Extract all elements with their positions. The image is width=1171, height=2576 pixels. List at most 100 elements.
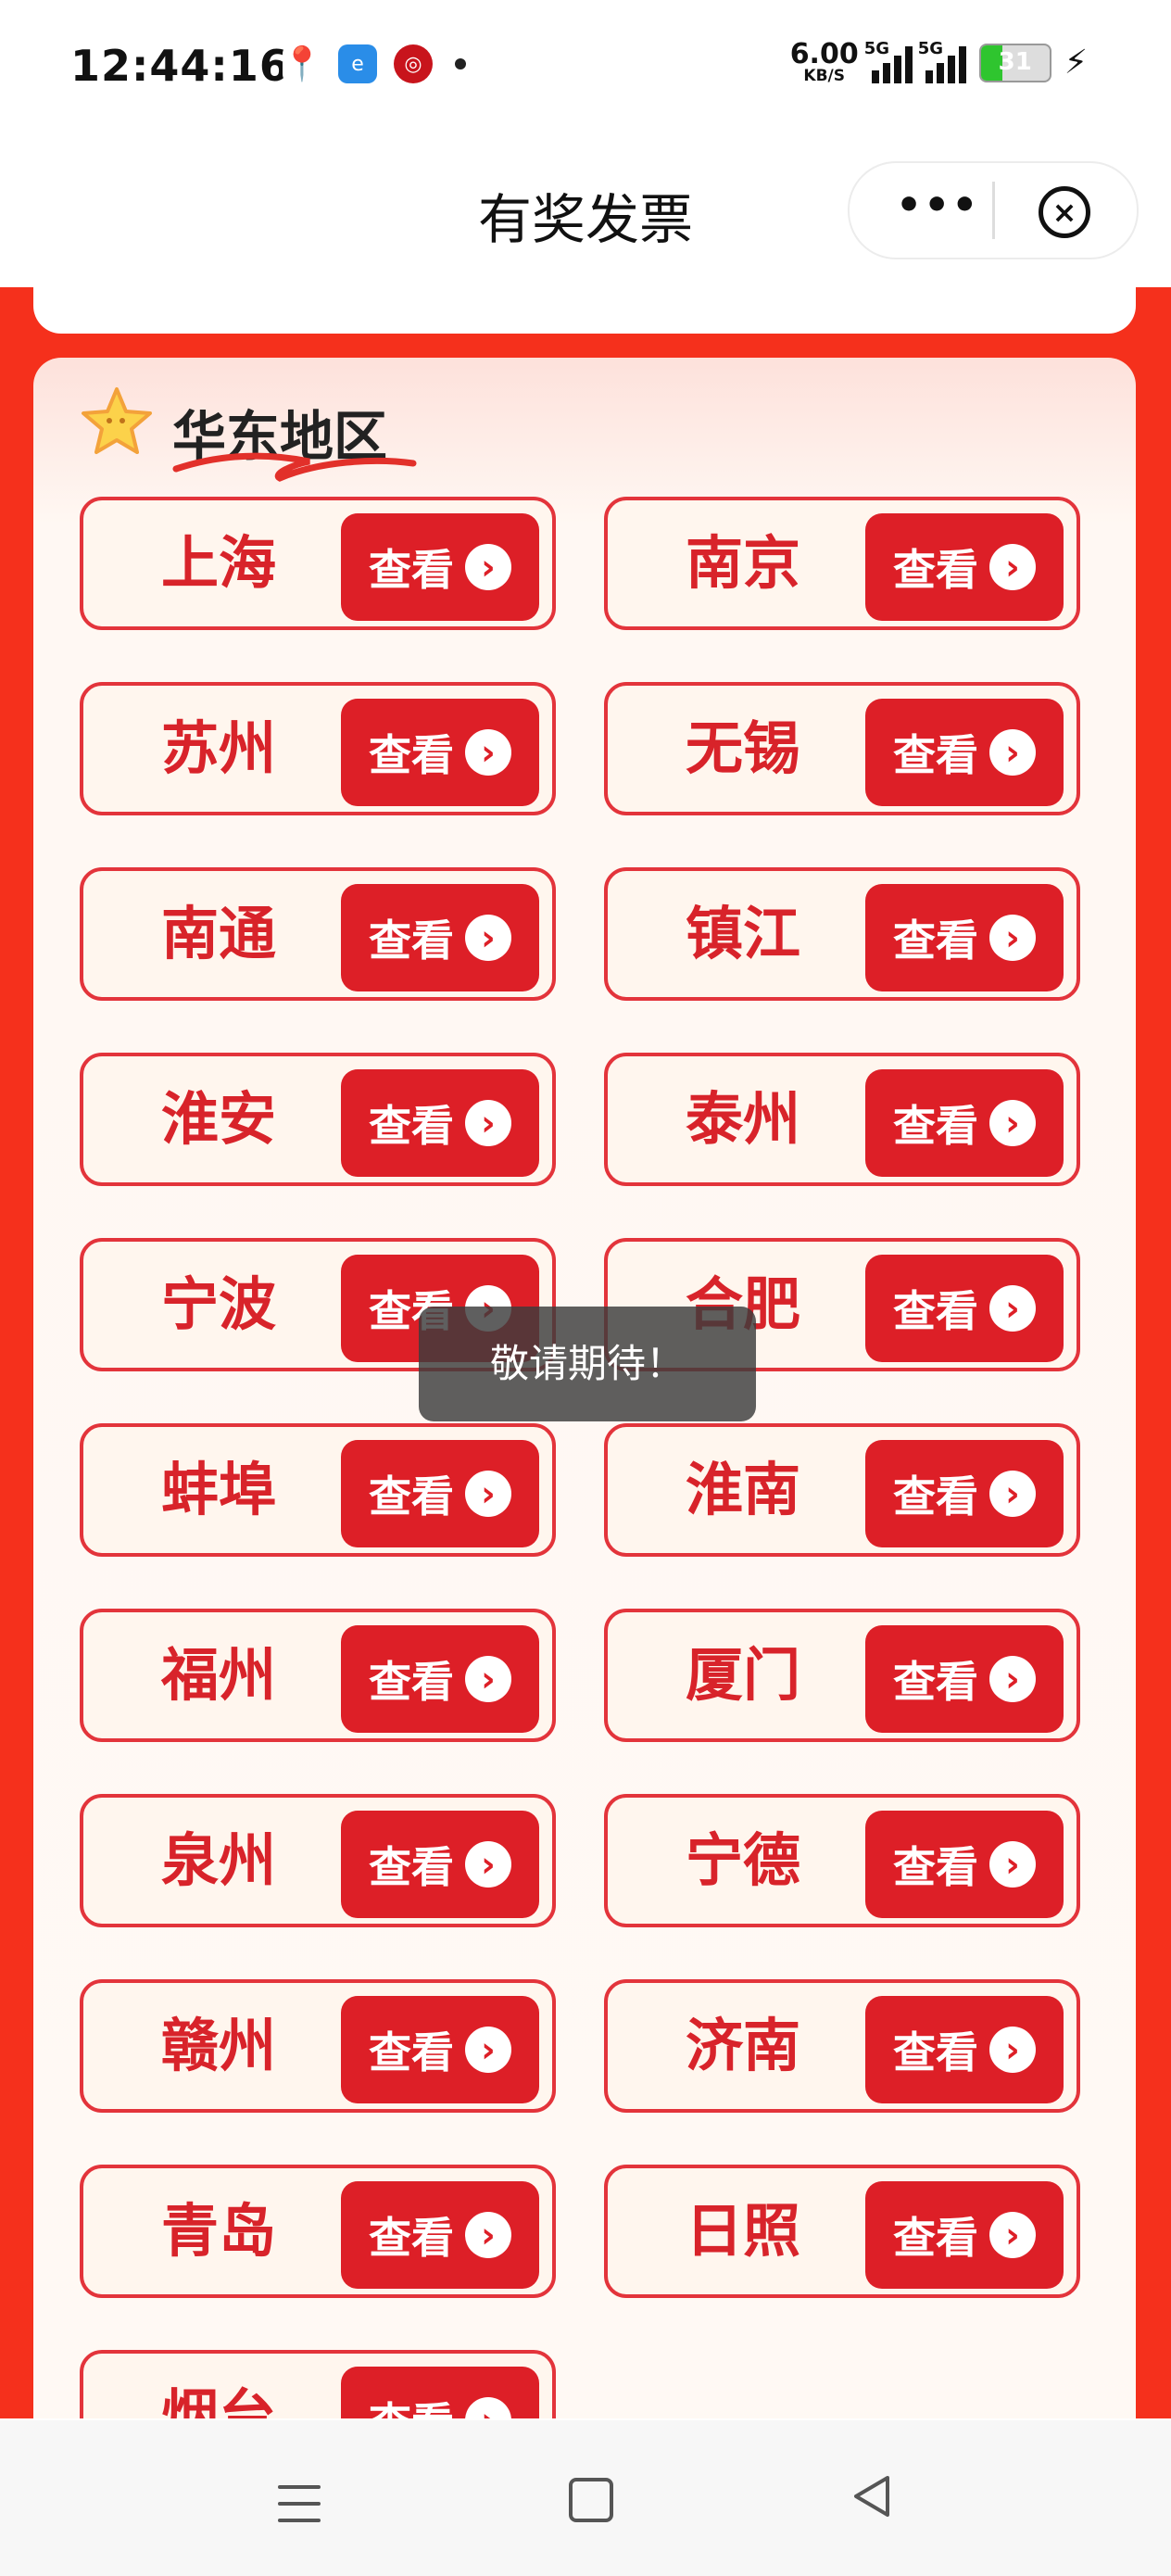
city-card[interactable]: 泉州 查看 ›	[80, 1794, 556, 1927]
city-name: 日照	[685, 2197, 800, 2265]
chevron-right-icon: ›	[465, 1841, 511, 1888]
chevron-right-icon: ›	[989, 1471, 1036, 1517]
view-button[interactable]: 查看›	[341, 1440, 539, 1547]
view-button[interactable]: 查看›	[865, 2181, 1064, 2289]
view-button-label: 查看	[369, 915, 454, 966]
view-button[interactable]: 查看›	[865, 1625, 1064, 1733]
status-indicators: 6.00 KB/S 5G 5G 31 ⚡	[789, 38, 1088, 85]
close-circle-icon[interactable]: ×	[1039, 186, 1090, 238]
view-button-label: 查看	[369, 2213, 454, 2263]
city-name: 烟台	[160, 2382, 276, 2418]
more-notifications-dot	[455, 58, 466, 69]
view-button[interactable]: 查看›	[341, 699, 539, 806]
chevron-right-icon: ›	[989, 1656, 1036, 1702]
city-card[interactable]: 蚌埠 查看 ›	[80, 1423, 556, 1557]
home-square-icon[interactable]	[569, 2478, 613, 2522]
view-button-label: 查看	[893, 915, 978, 966]
chevron-right-icon: ›	[989, 1100, 1036, 1146]
view-button-label: 查看	[369, 545, 454, 595]
view-button-label: 查看	[369, 1471, 454, 1522]
view-button-label: 查看	[893, 1842, 978, 1892]
city-name: 青岛	[160, 2197, 276, 2265]
city-name: 赣州	[160, 2012, 276, 2079]
city-name: 蚌埠	[160, 1456, 276, 1523]
title-bar: 有奖发票 ••• ×	[0, 139, 1171, 287]
view-button[interactable]: 查看›	[341, 1811, 539, 1918]
view-button[interactable]: 查看›	[865, 1440, 1064, 1547]
city-card[interactable]: 宁德 查看 ›	[604, 1794, 1080, 1927]
city-card[interactable]: 日照 查看 ›	[604, 2165, 1080, 2298]
city-card[interactable]: 上海 查看 ›	[80, 497, 556, 630]
city-card[interactable]: 赣州 查看 ›	[80, 1979, 556, 2113]
net-speed: 6.00 KB/S	[789, 38, 859, 85]
city-name: 南京	[685, 529, 800, 597]
signal-1-icon: 5G	[864, 39, 913, 83]
city-name: 泉州	[160, 1826, 276, 1894]
chevron-right-icon: ›	[465, 2027, 511, 2073]
view-button-label: 查看	[369, 730, 454, 780]
e-app-icon: e	[338, 44, 377, 83]
title-underline-decoration	[172, 452, 417, 482]
star-icon	[82, 387, 152, 454]
city-card[interactable]: 济南 查看 ›	[604, 1979, 1080, 2113]
city-card[interactable]: 镇江 查看 ›	[604, 867, 1080, 1001]
system-nav-bar	[0, 2420, 1171, 2576]
toast-message: 敬请期待！	[419, 1307, 756, 1421]
view-button[interactable]: 查看›	[341, 513, 539, 621]
view-button[interactable]: 查看›	[341, 2367, 539, 2418]
city-name: 无锡	[685, 714, 800, 782]
city-name: 淮南	[685, 1456, 800, 1523]
chevron-right-icon: ›	[465, 1656, 511, 1702]
chevron-right-icon: ›	[989, 2027, 1036, 2073]
city-card[interactable]: 福州 查看 ›	[80, 1609, 556, 1742]
city-card[interactable]: 南京 查看 ›	[604, 497, 1080, 630]
city-card[interactable]: 泰州 查看 ›	[604, 1053, 1080, 1186]
chevron-right-icon: ›	[465, 2212, 511, 2258]
view-button[interactable]: 查看›	[341, 1996, 539, 2103]
view-button-label: 查看	[893, 1101, 978, 1151]
city-card[interactable]: 青岛 查看 ›	[80, 2165, 556, 2298]
view-button[interactable]: 查看›	[865, 513, 1064, 621]
view-button[interactable]: 查看›	[341, 1069, 539, 1177]
city-name: 福州	[160, 1641, 276, 1709]
view-button[interactable]: 查看›	[865, 1996, 1064, 2103]
map-pin-icon: 📍	[281, 44, 323, 83]
view-button[interactable]: 查看›	[865, 884, 1064, 991]
city-card[interactable]: 烟台 查看 ›	[80, 2350, 556, 2418]
notification-icons: 📍 e ◎	[281, 44, 466, 83]
view-button[interactable]: 查看›	[865, 1255, 1064, 1362]
view-button-label: 查看	[369, 1657, 454, 1707]
view-button[interactable]: 查看›	[341, 884, 539, 991]
mini-program-capsule: ••• ×	[848, 161, 1139, 259]
city-name: 南通	[160, 900, 276, 967]
back-triangle-icon[interactable]	[850, 2474, 893, 2519]
view-button[interactable]: 查看›	[865, 1069, 1064, 1177]
view-button[interactable]: 查看›	[341, 1625, 539, 1733]
city-card[interactable]: 厦门 查看 ›	[604, 1609, 1080, 1742]
city-card[interactable]: 南通 查看 ›	[80, 867, 556, 1001]
status-time: 12:44:16	[70, 41, 290, 91]
menu-icon[interactable]	[278, 2485, 321, 2535]
city-card[interactable]: 淮安 查看 ›	[80, 1053, 556, 1186]
capsule-divider	[992, 182, 995, 239]
view-button[interactable]: 查看›	[341, 2181, 539, 2289]
previous-card-bottom	[33, 287, 1136, 334]
city-name: 上海	[160, 529, 276, 597]
more-dots-icon[interactable]: •••	[896, 182, 979, 229]
view-button[interactable]: 查看›	[865, 1811, 1064, 1918]
city-name: 宁波	[160, 1270, 276, 1338]
chevron-right-icon: ›	[465, 544, 511, 590]
view-button-label: 查看	[893, 1471, 978, 1522]
chevron-right-icon: ›	[465, 1471, 511, 1517]
view-button-label: 查看	[893, 730, 978, 780]
city-card[interactable]: 淮南 查看 ›	[604, 1423, 1080, 1557]
view-button-label: 查看	[893, 1657, 978, 1707]
city-name: 宁德	[685, 1826, 800, 1894]
status-bar: 12:44:16 📍 e ◎ 6.00 KB/S 5G 5G 31 ⚡	[0, 0, 1171, 139]
view-button-label: 查看	[893, 545, 978, 595]
city-card[interactable]: 无锡 查看 ›	[604, 682, 1080, 815]
city-name: 淮安	[160, 1085, 276, 1153]
view-button[interactable]: 查看›	[865, 699, 1064, 806]
chevron-right-icon: ›	[465, 729, 511, 776]
city-card[interactable]: 苏州 查看 ›	[80, 682, 556, 815]
